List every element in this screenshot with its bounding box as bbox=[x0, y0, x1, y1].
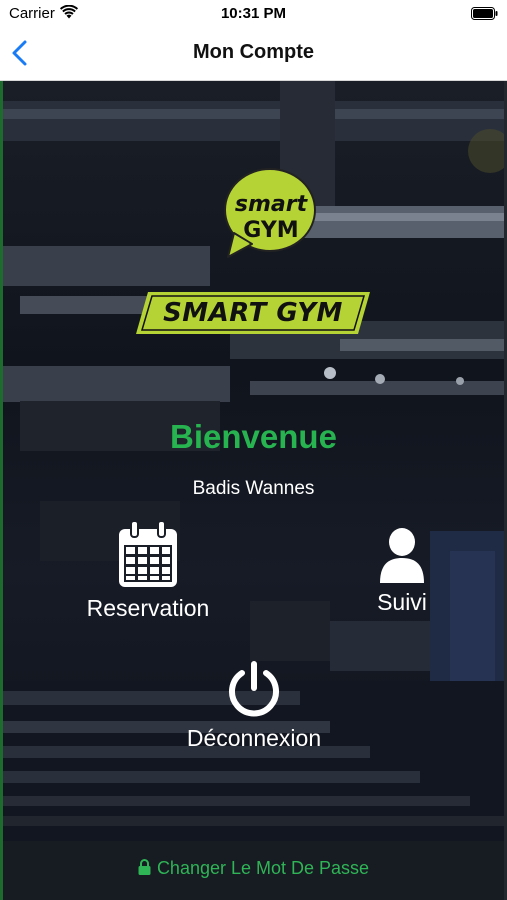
suivi-label: Suivi bbox=[377, 589, 427, 615]
user-name: Badis Wannes bbox=[192, 478, 315, 499]
calendar-icon bbox=[119, 521, 177, 587]
power-icon bbox=[229, 661, 279, 717]
account-screen: smart GYM SMART GYM Bienvenue Badis Wann… bbox=[0, 81, 507, 900]
reservation-label: Reservation bbox=[86, 595, 210, 621]
status-bar: Carrier 10:31 PM bbox=[0, 0, 507, 28]
suivi-button[interactable]: Suivi bbox=[362, 521, 442, 616]
navigation-bar: Mon Compte bbox=[0, 28, 507, 81]
page-title: Mon Compte bbox=[192, 41, 315, 63]
status-time: 10:31 PM bbox=[220, 5, 287, 22]
logout-button[interactable]: Déconnexion bbox=[172, 661, 336, 752]
welcome-title: Bienvenue bbox=[170, 418, 337, 455]
lock-icon bbox=[138, 859, 151, 875]
logout-label: Déconnexion bbox=[186, 725, 322, 751]
reservation-button[interactable]: Reservation bbox=[75, 521, 221, 622]
change-password-label: Changer Le Mot De Passe bbox=[156, 858, 370, 878]
logo-bubble-line2: GYM bbox=[243, 218, 299, 243]
battery-icon bbox=[471, 7, 498, 20]
user-icon bbox=[380, 528, 424, 583]
banner-logo-text: SMART GYM bbox=[163, 298, 343, 328]
logo-bubble-line1: smart bbox=[234, 192, 308, 217]
change-password-link[interactable]: Changer Le Mot De Passe bbox=[0, 858, 507, 879]
